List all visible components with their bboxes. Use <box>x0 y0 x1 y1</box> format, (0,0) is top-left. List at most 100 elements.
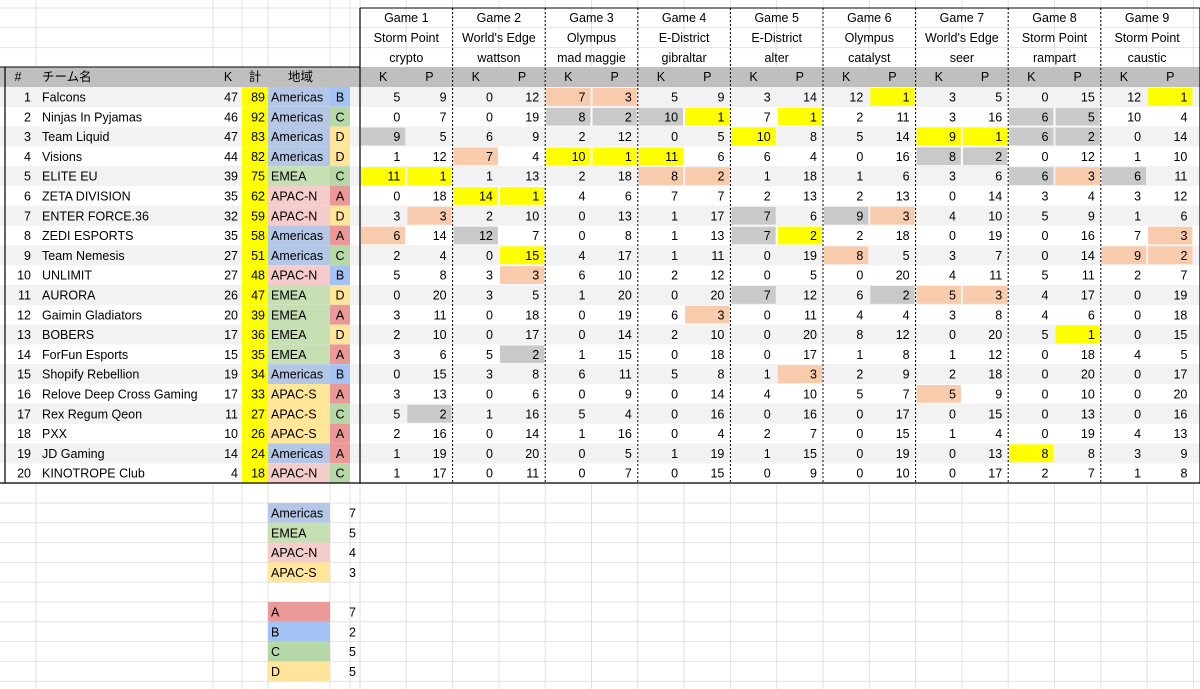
header-team: チーム名 <box>42 69 92 84</box>
game-points: 16 <box>710 407 724 421</box>
team-group: B <box>336 269 344 283</box>
game-kills: 5 <box>393 407 400 421</box>
team-rank: 20 <box>17 467 31 481</box>
game-kills: 0 <box>1042 348 1049 362</box>
team-name: ZETA DIVISION <box>42 190 131 204</box>
game-map: Storm Point <box>1022 31 1088 45</box>
game-kills: 0 <box>486 249 493 263</box>
game-points: 11 <box>434 308 447 322</box>
game-kills: 1 <box>856 348 863 362</box>
game-points: 19 <box>525 110 539 124</box>
game-points: 16 <box>1173 407 1187 421</box>
game-kills: 5 <box>393 91 400 105</box>
team-name: ENTER FORCE.36 <box>42 209 149 223</box>
game-kills: 0 <box>856 427 863 441</box>
game-character: gibraltar <box>662 51 707 65</box>
header-row <box>0 67 1200 87</box>
game-points: 3 <box>810 368 817 382</box>
game-points: 4 <box>625 407 632 421</box>
game-kills: 3 <box>949 170 956 184</box>
game-kills: 1 <box>1134 150 1141 164</box>
game-kills: 5 <box>1042 269 1049 283</box>
game-points: 13 <box>896 190 910 204</box>
game-kills: 0 <box>486 447 493 461</box>
game-points: 8 <box>440 269 447 283</box>
game-kills: 2 <box>856 110 863 124</box>
game-points: 14 <box>433 229 447 243</box>
game-kills: 4 <box>764 388 771 402</box>
game-points: 9 <box>1180 447 1187 461</box>
team-group: A <box>336 348 345 362</box>
game-points: 19 <box>803 249 817 263</box>
row-stripe <box>0 403 1200 424</box>
game-k-header: K <box>1120 70 1129 84</box>
game-points: 8 <box>995 308 1002 322</box>
game-points: 6 <box>903 170 910 184</box>
region-summary-label: APAC-S <box>271 566 317 580</box>
team-region: Americas <box>271 447 323 461</box>
game-points: 5 <box>625 447 632 461</box>
game-points: 16 <box>803 407 817 421</box>
game-points: 1 <box>625 150 632 164</box>
game-points: 7 <box>440 110 447 124</box>
game-kills: 4 <box>856 308 863 322</box>
game-kills: 1 <box>671 447 678 461</box>
team-group: A <box>336 447 345 461</box>
game-kills: 0 <box>1134 289 1141 303</box>
game-title: Game 7 <box>940 11 985 25</box>
team-name: Rex Regum Qeon <box>42 407 142 421</box>
game-points: 8 <box>717 368 724 382</box>
group-summary-count: 2 <box>349 625 356 639</box>
game-kills: 2 <box>1042 467 1049 481</box>
game-points: 5 <box>1088 110 1095 124</box>
game-points: 19 <box>988 229 1002 243</box>
game-kills: 10 <box>1127 110 1141 124</box>
game-points: 20 <box>1173 388 1187 402</box>
game-k-header: K <box>935 70 944 84</box>
game-kills: 0 <box>1042 249 1049 263</box>
game-p-header: P <box>703 70 711 84</box>
game-points: 14 <box>618 328 632 342</box>
game-points: 10 <box>1081 388 1095 402</box>
game-kills: 0 <box>949 467 956 481</box>
game-kills: 0 <box>1042 91 1049 105</box>
team-kills: 15 <box>224 348 238 362</box>
team-group: A <box>336 388 345 402</box>
team-rank: 4 <box>24 150 31 164</box>
game-points: 11 <box>989 269 1002 283</box>
region-summary-count: 5 <box>349 526 356 540</box>
team-group: A <box>336 190 345 204</box>
game-kills: 2 <box>764 190 771 204</box>
game-points: 7 <box>810 427 817 441</box>
game-kills: 0 <box>1042 150 1049 164</box>
game-kills: 3 <box>1042 190 1049 204</box>
game-kills: 3 <box>393 308 400 322</box>
game-points: 18 <box>1081 348 1095 362</box>
game-kills: 1 <box>393 150 400 164</box>
team-total: 34 <box>251 368 265 382</box>
game-points: 4 <box>1088 190 1095 204</box>
team-total: 75 <box>251 170 265 184</box>
team-region: APAC-S <box>271 388 317 402</box>
game-points: 12 <box>710 269 724 283</box>
team-region: Americas <box>271 91 323 105</box>
game-kills: 7 <box>764 209 771 223</box>
game-points: 4 <box>903 308 910 322</box>
team-kills: 10 <box>224 427 238 441</box>
game-points: 6 <box>532 388 539 402</box>
game-points: 6 <box>440 348 447 362</box>
game-kills: 2 <box>393 328 400 342</box>
team-total: 48 <box>251 269 265 283</box>
team-region: Americas <box>271 110 323 124</box>
game-kills: 3 <box>393 388 400 402</box>
game-p-header: P <box>1073 70 1081 84</box>
game-kills: 6 <box>579 368 586 382</box>
team-kills: 17 <box>224 328 238 342</box>
game-points: 1 <box>1088 328 1095 342</box>
game-points: 10 <box>525 209 539 223</box>
game-points: 3 <box>717 308 724 322</box>
game-kills: 2 <box>393 427 400 441</box>
game-points: 4 <box>995 427 1002 441</box>
game-title: Game 5 <box>754 11 799 25</box>
team-kills: 35 <box>224 229 238 243</box>
